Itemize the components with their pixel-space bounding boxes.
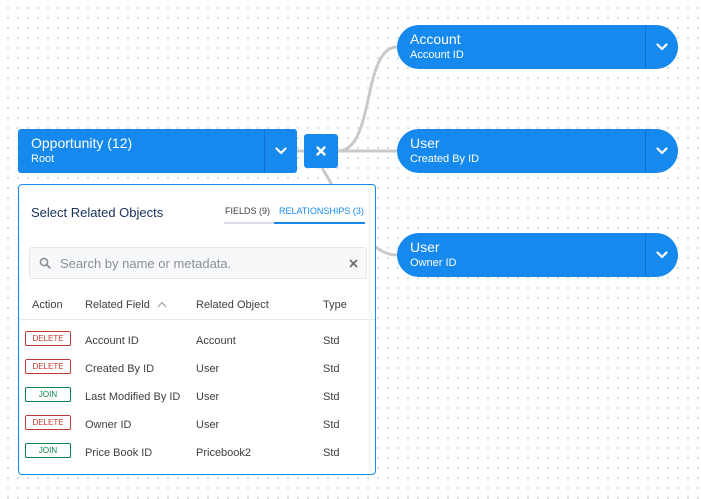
type-cell: Std [323, 447, 340, 459]
chevron-down-icon [275, 147, 287, 155]
type-cell: Std [323, 363, 340, 375]
child-node-text: User Created By ID [397, 129, 645, 173]
column-header-related-object: Related Object [196, 299, 269, 311]
root-node-text: Opportunity (12) Root [18, 129, 264, 173]
child-node-subtitle: Owner ID [410, 257, 457, 269]
child-node-title: User [410, 239, 440, 255]
join-button[interactable]: JOIN [25, 387, 71, 402]
child-node-subtitle: Account ID [410, 49, 464, 61]
delete-button[interactable]: DELETE [25, 331, 71, 346]
related-field-cell: Last Modified By ID [85, 391, 181, 403]
chevron-down-icon [656, 251, 668, 259]
related-objects-panel: Select Related Objects FIELDS (9) RELATI… [18, 184, 376, 475]
root-node-subtitle: Root [31, 153, 55, 165]
search-box [29, 247, 367, 279]
related-object-cell: Account [196, 335, 236, 347]
delete-button[interactable]: DELETE [25, 415, 71, 430]
root-node-menu-button[interactable] [264, 129, 297, 173]
column-header-related-field[interactable]: Related Field [85, 299, 167, 311]
related-object-cell: Pricebook2 [196, 447, 252, 459]
type-cell: Std [323, 419, 340, 431]
type-cell: Std [323, 335, 340, 347]
table-row: DELETE Owner ID User Std [19, 412, 375, 440]
relationships-table: DELETE Account ID Account Std DELETE Cre… [19, 328, 375, 468]
clear-icon[interactable] [349, 259, 358, 268]
related-field-cell: Owner ID [85, 419, 132, 431]
column-header-type: Type [323, 299, 347, 311]
table-header: Action Related Field Related Object Type [19, 297, 375, 320]
column-header-label: Related Field [85, 299, 150, 311]
root-node-opportunity[interactable]: Opportunity (12) Root [18, 129, 297, 173]
child-node-title: User [410, 135, 440, 151]
remove-relationship-button[interactable] [304, 134, 338, 168]
join-button[interactable]: JOIN [25, 443, 71, 458]
child-node-title: Account [410, 31, 461, 47]
panel-title: Select Related Objects [31, 205, 164, 220]
child-node-text: Account Account ID [397, 25, 645, 69]
close-icon [316, 146, 326, 156]
panel-tabs: FIELDS (9) RELATIONSHIPS (3) [224, 206, 365, 224]
child-node-user-created-by[interactable]: User Created By ID [397, 129, 678, 173]
child-node-account[interactable]: Account Account ID [397, 25, 678, 69]
column-header-action: Action [32, 299, 63, 311]
table-row: JOIN Last Modified By ID User Std [19, 384, 375, 412]
table-row: DELETE Created By ID User Std [19, 356, 375, 384]
search-input[interactable] [58, 254, 349, 272]
type-cell: Std [323, 391, 340, 403]
table-row: DELETE Account ID Account Std [19, 328, 375, 356]
sort-ascending-icon [157, 301, 167, 308]
related-object-cell: User [196, 419, 220, 431]
child-node-user-owner[interactable]: User Owner ID [397, 233, 678, 277]
connector-to-account [337, 45, 398, 153]
related-object-cell: User [196, 363, 220, 375]
related-field-cell: Created By ID [85, 363, 155, 375]
related-field-cell: Price Book ID [85, 447, 153, 459]
related-object-cell: User [196, 391, 220, 403]
delete-button[interactable]: DELETE [25, 359, 71, 374]
table-row: JOIN Price Book ID Pricebook2 Std [19, 440, 375, 468]
root-node-title: Opportunity (12) [31, 135, 133, 151]
tab-relationships[interactable]: RELATIONSHIPS (3) [274, 206, 365, 224]
child-node-subtitle: Created By ID [410, 153, 480, 165]
chevron-down-icon [656, 43, 668, 51]
tab-fields[interactable]: FIELDS (9) [224, 206, 275, 224]
search-icon [39, 257, 51, 269]
chevron-down-icon [656, 147, 668, 155]
child-node-text: User Owner ID [397, 233, 645, 277]
related-field-cell: Account ID [85, 335, 139, 347]
